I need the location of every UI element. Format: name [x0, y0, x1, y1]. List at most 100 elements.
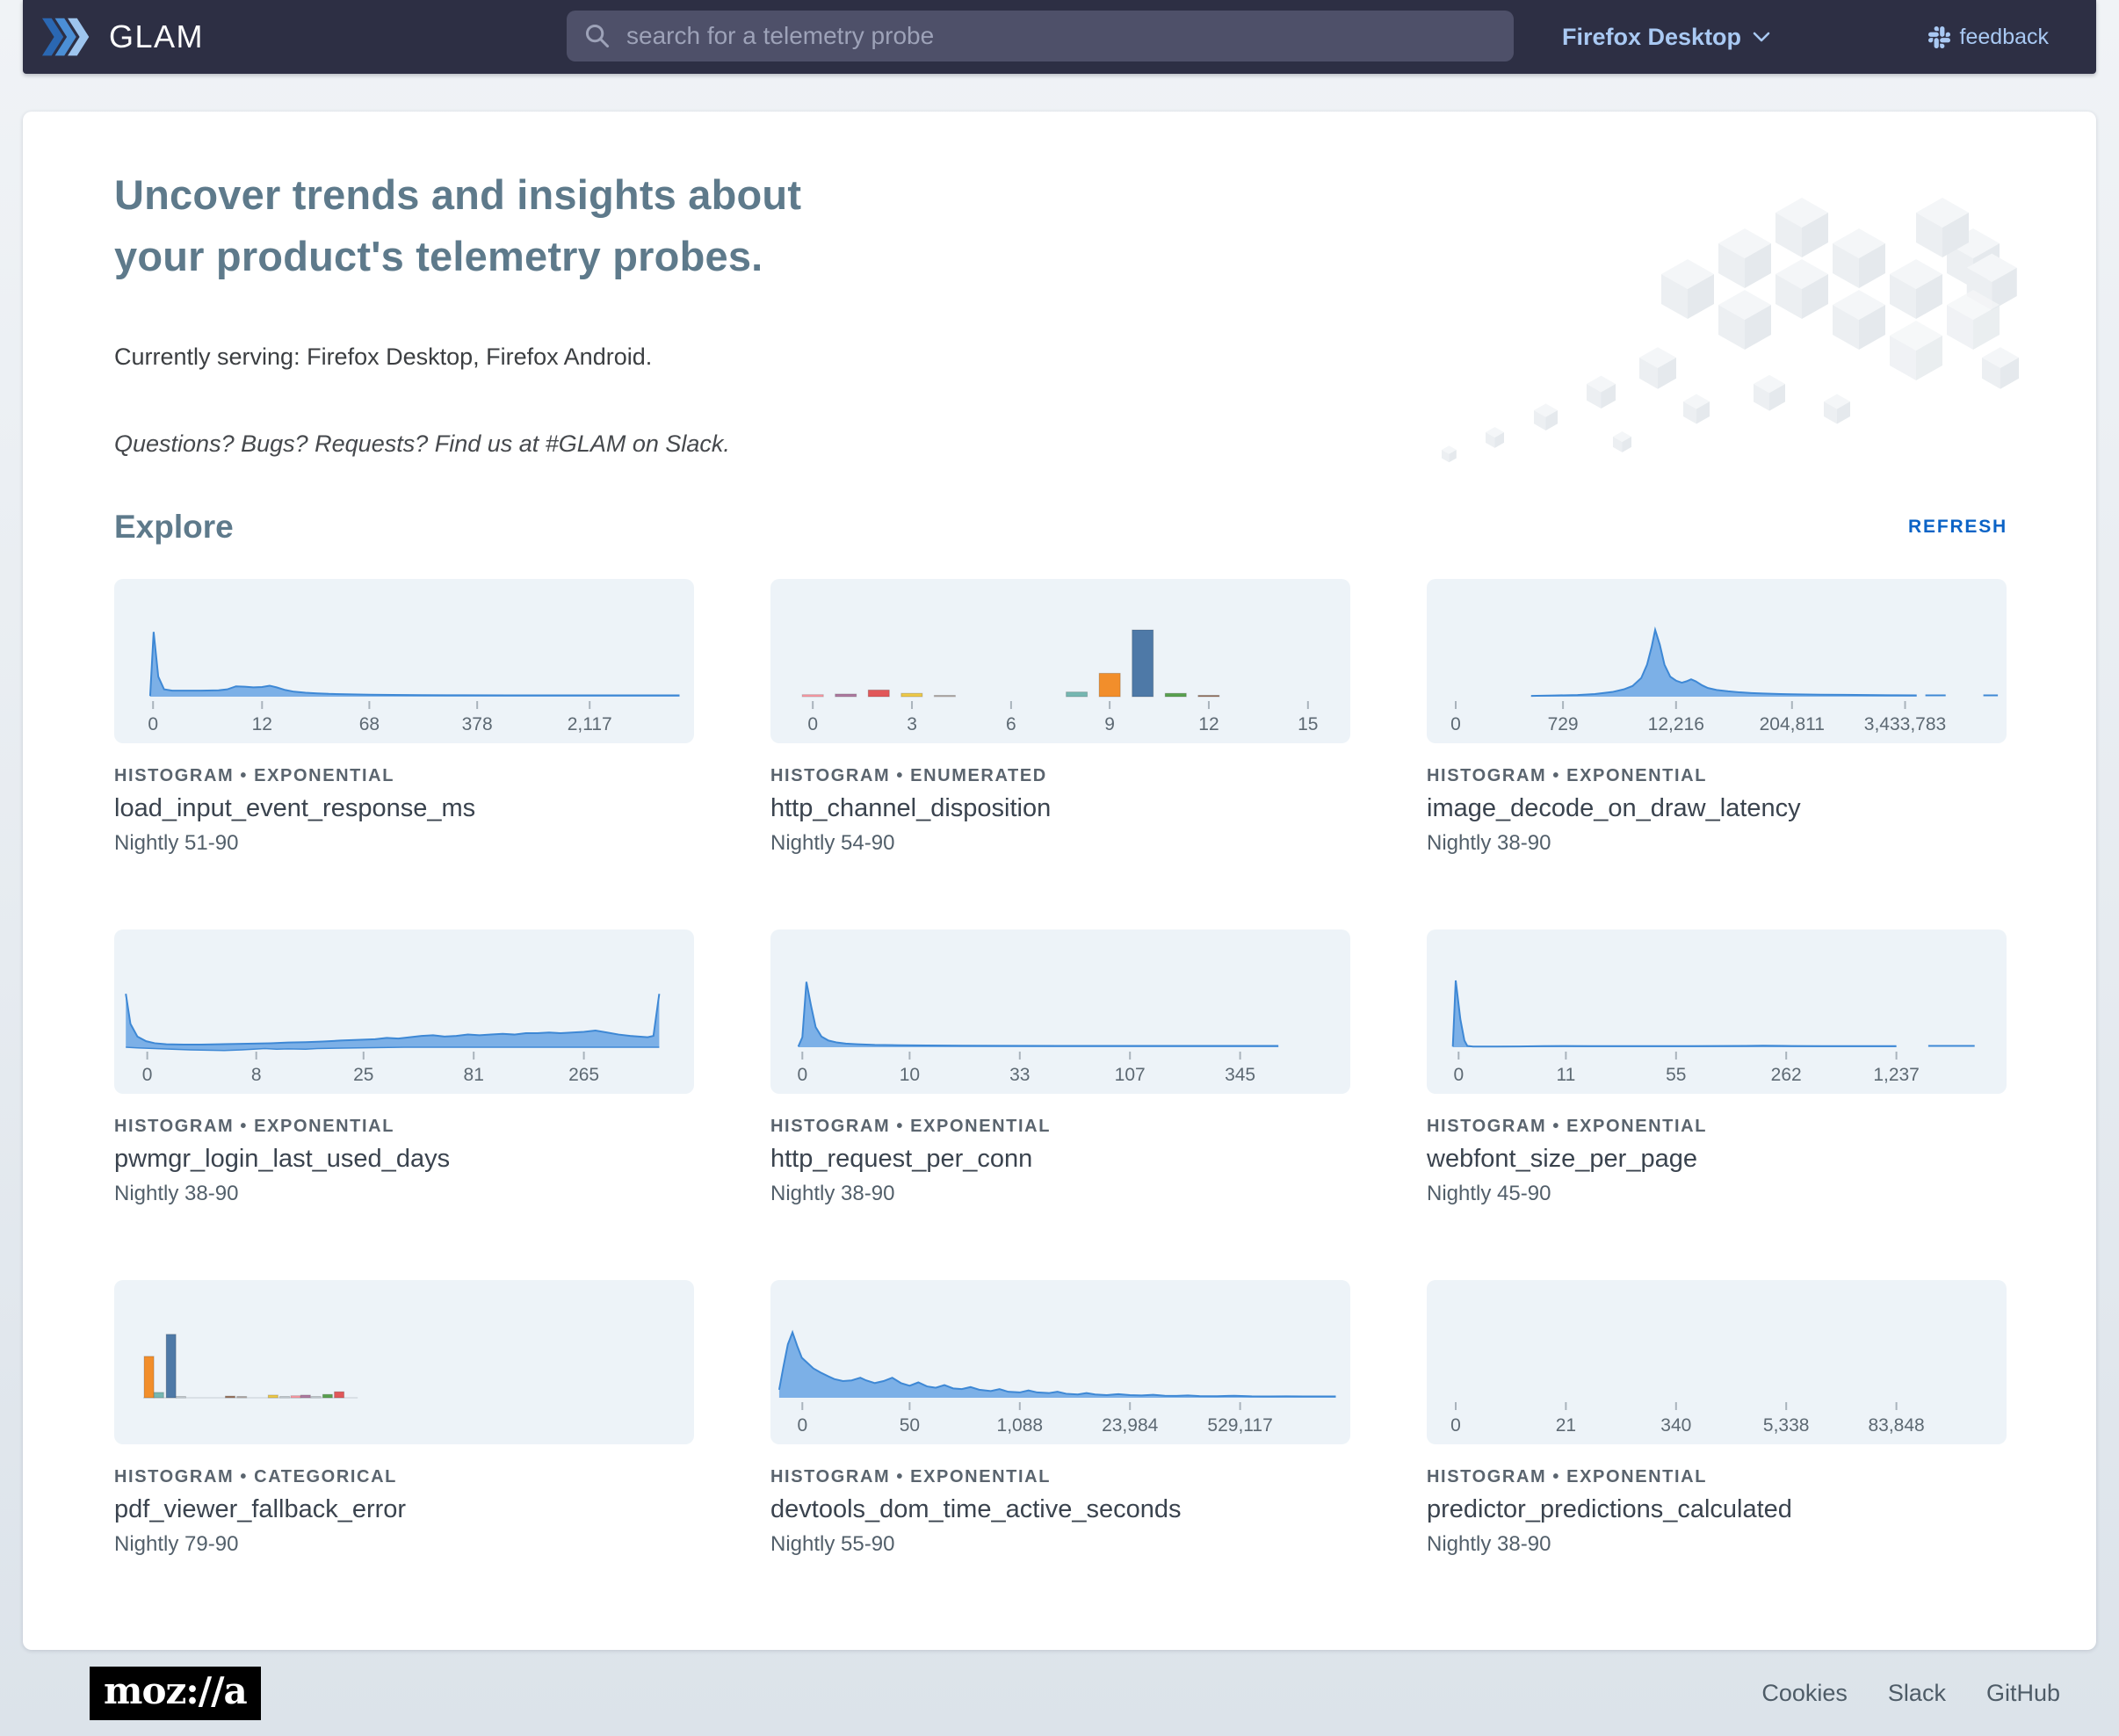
probe-card[interactable]: 0 10 33 107 345 HISTOGRAM • EXPONENTIAL http_r… — [770, 929, 1350, 1206]
probe-channel: Nightly 45-90 — [1427, 1182, 2007, 1206]
contact-text: Questions? Bugs? Requests? Find us at #G… — [114, 430, 2007, 458]
svg-text:81: 81 — [464, 1065, 484, 1085]
footer-link-cookies[interactable]: Cookies — [1761, 1680, 1848, 1707]
page-title-line1: Uncover trends and insights about — [114, 171, 801, 218]
svg-text:0: 0 — [1450, 1415, 1461, 1436]
svg-text:3,433,783: 3,433,783 — [1864, 714, 1946, 734]
probe-card[interactable]: 03691215HISTOGRAM • ENUMERATEDhttp_chann… — [770, 579, 1350, 856]
svg-text:2,117: 2,117 — [568, 714, 612, 734]
probe-chart: 082581265 — [114, 929, 694, 1094]
chevron-down-icon — [1753, 32, 1770, 43]
page-footer: moz://a Cookies Slack GitHub — [0, 1650, 2119, 1736]
probe-name-link[interactable]: load_input_event_response_ms — [114, 794, 694, 823]
probe-meta: HISTOGRAM • EXPONENTIAL — [770, 1117, 1350, 1137]
probe-chart: 011552621,237 — [1427, 929, 2007, 1094]
probe-name-link[interactable]: http_channel_disposition — [770, 794, 1350, 823]
probe-card[interactable]: 082581265HISTOGRAM • EXPONENTIALpwmgr_lo… — [114, 929, 694, 1206]
svg-text:529,117: 529,117 — [1207, 1415, 1272, 1436]
probe-meta: HISTOGRAM • ENUMERATED — [770, 766, 1350, 786]
probe-channel: Nightly 54-90 — [770, 831, 1350, 856]
explore-heading: Explore — [114, 509, 234, 546]
probe-chart: 012683782,117 — [114, 579, 694, 743]
footer-link-github[interactable]: GitHub — [1986, 1680, 2060, 1707]
svg-text:0: 0 — [807, 714, 818, 734]
probe-name-link[interactable]: webfont_size_per_page — [1427, 1145, 2007, 1174]
product-picker-label: Firefox Desktop — [1562, 24, 1741, 51]
svg-text:55: 55 — [1666, 1065, 1686, 1085]
probe-meta: HISTOGRAM • EXPONENTIAL — [1427, 1467, 2007, 1487]
svg-text:340: 340 — [1660, 1415, 1691, 1436]
svg-text:21: 21 — [1556, 1415, 1576, 1436]
explore-header: Explore REFRESH — [114, 509, 2007, 546]
probe-channel: Nightly 51-90 — [114, 831, 694, 856]
probe-meta: HISTOGRAM • EXPONENTIAL — [1427, 766, 2007, 786]
feedback-label: feedback — [1960, 25, 2049, 50]
svg-text:83,848: 83,848 — [1868, 1415, 1924, 1436]
probe-card[interactable]: 011552621,237HISTOGRAM • EXPONENTIALwebf… — [1427, 929, 2007, 1206]
svg-text:0: 0 — [797, 1415, 807, 1436]
glam-chevrons-icon — [42, 18, 97, 56]
probe-meta: HISTOGRAM • EXPONENTIAL — [1427, 1117, 2007, 1137]
svg-text:12: 12 — [252, 714, 272, 734]
svg-text:12,216: 12,216 — [1648, 714, 1704, 734]
probe-card[interactable]: 012683782,117HISTOGRAM • EXPONENTIALload… — [114, 579, 694, 856]
product-picker[interactable]: Firefox Desktop — [1562, 0, 1770, 74]
svg-text:33: 33 — [1009, 1065, 1030, 1085]
probe-name-link[interactable]: http_request_per_conn — [770, 1145, 1350, 1174]
feedback-link[interactable]: feedback — [1928, 0, 2049, 74]
probe-chart-panel: 082581265 — [114, 929, 694, 1094]
svg-text:0: 0 — [797, 1065, 807, 1085]
svg-text:0: 0 — [142, 1065, 153, 1085]
svg-text:378: 378 — [462, 714, 493, 734]
svg-text:0: 0 — [1450, 714, 1461, 734]
svg-text:729: 729 — [1548, 714, 1579, 734]
svg-text:8: 8 — [251, 1065, 262, 1085]
footer-links: Cookies Slack GitHub — [1761, 1680, 2060, 1707]
main-card: Uncover trends and insights aboutyour pr… — [23, 112, 2096, 1650]
footer-link-slack[interactable]: Slack — [1888, 1680, 1946, 1707]
refresh-button[interactable]: REFRESH — [1908, 517, 2007, 538]
probe-chart: 03691215 — [770, 579, 1350, 743]
probe-chart-panel — [114, 1280, 694, 1444]
probe-chart — [114, 1280, 694, 1444]
probe-chart-panel: 03691215 — [770, 579, 1350, 743]
probe-name-link[interactable]: devtools_dom_time_active_seconds — [770, 1495, 1350, 1524]
probe-name-link[interactable]: pwmgr_login_last_used_days — [114, 1145, 694, 1174]
svg-text:12: 12 — [1198, 714, 1219, 734]
mozilla-logo[interactable]: moz://a — [90, 1667, 261, 1720]
probe-channel: Nightly 38-90 — [1427, 831, 2007, 856]
probe-channel: Nightly 79-90 — [114, 1532, 694, 1557]
svg-text:204,811: 204,811 — [1760, 714, 1825, 734]
svg-text:68: 68 — [359, 714, 380, 734]
probe-name-link[interactable]: image_decode_on_draw_latency — [1427, 794, 2007, 823]
probe-card[interactable]: 0 729 12,216 204,811 3,433,783 HISTOGRAM • EX… — [1427, 579, 2007, 856]
search-input[interactable] — [625, 21, 1496, 51]
probe-card[interactable]: 0213405,33883,848HISTOGRAM • EXPONENTIAL… — [1427, 1280, 2007, 1557]
probe-meta: HISTOGRAM • EXPONENTIAL — [114, 1117, 694, 1137]
search-box[interactable] — [567, 11, 1514, 61]
probe-channel: Nightly 55-90 — [770, 1532, 1350, 1557]
probe-chart: 0213405,33883,848 — [1427, 1280, 2007, 1444]
probe-channel: Nightly 38-90 — [114, 1182, 694, 1206]
probe-chart: 0 729 12,216 204,811 3,433,783 — [1427, 579, 2007, 743]
brand-name: GLAM — [109, 18, 204, 55]
probe-channel: Nightly 38-90 — [1427, 1532, 2007, 1557]
probe-meta: HISTOGRAM • EXPONENTIAL — [770, 1467, 1350, 1487]
probe-name-link[interactable]: predictor_predictions_calculated — [1427, 1495, 2007, 1524]
probe-chart-panel: 0 729 12,216 204,811 3,433,783 — [1427, 579, 2007, 743]
probe-card[interactable]: 0501,08823,984529,117HISTOGRAM • EXPONEN… — [770, 1280, 1350, 1557]
svg-text:0: 0 — [1453, 1065, 1464, 1085]
svg-text:107: 107 — [1115, 1065, 1146, 1085]
svg-text:1,237: 1,237 — [1873, 1065, 1920, 1085]
svg-text:10: 10 — [900, 1065, 920, 1085]
svg-text:9: 9 — [1104, 714, 1115, 734]
probe-chart: 0 10 33 107 345 — [770, 929, 1350, 1094]
svg-text:11: 11 — [1556, 1065, 1575, 1085]
probe-chart-panel: 0 10 33 107 345 — [770, 929, 1350, 1094]
svg-text:345: 345 — [1225, 1065, 1255, 1085]
svg-text:23,984: 23,984 — [1102, 1415, 1159, 1436]
probe-card[interactable]: HISTOGRAM • CATEGORICALpdf_viewer_fallba… — [114, 1280, 694, 1557]
svg-text:265: 265 — [568, 1065, 599, 1085]
probe-name-link[interactable]: pdf_viewer_fallback_error — [114, 1495, 694, 1524]
glam-logo[interactable]: GLAM — [42, 0, 204, 74]
